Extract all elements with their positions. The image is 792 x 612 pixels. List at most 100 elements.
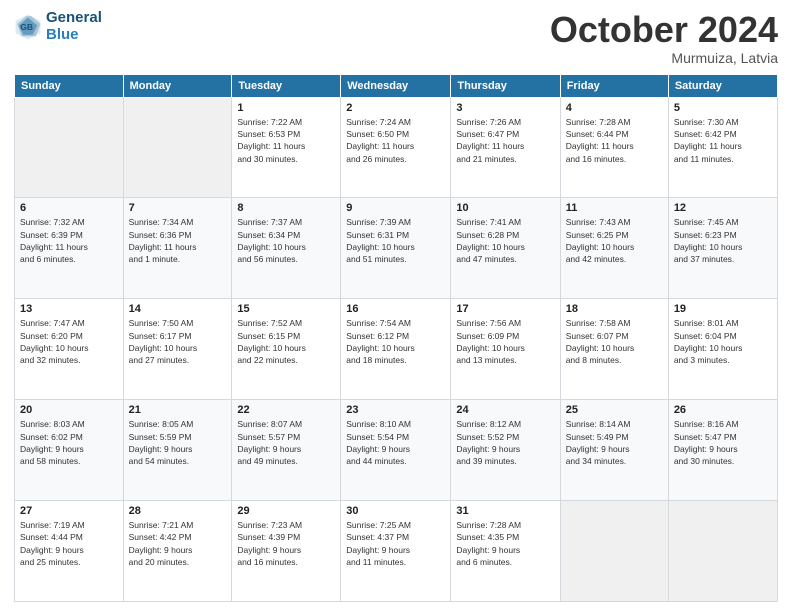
weekday-saturday: Saturday <box>668 74 777 97</box>
day-number: 7 <box>129 202 227 214</box>
day-number: 30 <box>346 505 445 517</box>
day-info: Sunrise: 8:05 AM Sunset: 5:59 PM Dayligh… <box>129 418 227 467</box>
day-info: Sunrise: 7:39 AM Sunset: 6:31 PM Dayligh… <box>346 216 445 265</box>
calendar-cell: 24Sunrise: 8:12 AM Sunset: 5:52 PM Dayli… <box>451 400 560 501</box>
day-info: Sunrise: 7:28 AM Sunset: 6:44 PM Dayligh… <box>566 116 663 165</box>
day-info: Sunrise: 7:21 AM Sunset: 4:42 PM Dayligh… <box>129 519 227 568</box>
day-number: 22 <box>237 404 335 416</box>
calendar-cell: 14 Sunrise: 7:50 AM Sunset: 6:17 PM Dayli… <box>123 299 232 400</box>
calendar-cell: 16 Sunrise: 7:54 AM Sunset: 6:12 PM Dayli… <box>341 299 451 400</box>
header: GB General Blue October 2024 Murmuiza, L… <box>14 10 778 66</box>
weekday-friday: Friday <box>560 74 668 97</box>
calendar-cell: 10 Sunrise: 7:41 AM Sunset: 6:28 PM Dayli… <box>451 198 560 299</box>
day-info: Sunrise: 7:25 AM Sunset: 4:37 PM Dayligh… <box>346 519 445 568</box>
calendar-cell: 28 Sunrise: 7:21 AM Sunset: 4:42 PM Dayli… <box>123 501 232 602</box>
weekday-wednesday: Wednesday <box>341 74 451 97</box>
day-info: Sunrise: 7:37 AM Sunset: 6:34 PM Dayligh… <box>237 216 335 265</box>
day-info: Sunrise: 8:16 AM Sunset: 5:47 PM Dayligh… <box>674 418 772 467</box>
calendar-cell: 19 Sunrise: 8:01 AM Sunset: 6:04 PM Dayli… <box>668 299 777 400</box>
day-info: Sunrise: 7:47 AM Sunset: 6:20 PM Dayligh… <box>20 317 118 366</box>
day-info: Sunrise: 8:07 AM Sunset: 5:57 PM Dayligh… <box>237 418 335 467</box>
logo-text-block: General Blue <box>46 10 102 43</box>
day-number: 4 <box>566 102 663 114</box>
day-number: 14 <box>129 303 227 315</box>
weekday-header-row: SundayMondayTuesdayWednesdayThursdayFrid… <box>15 74 778 97</box>
day-number: 24 <box>456 404 554 416</box>
day-number: 25 <box>566 404 663 416</box>
day-number: 8 <box>237 202 335 214</box>
calendar-cell: 25 Sunrise: 8:14 AM Sunset: 5:49 PM Dayli… <box>560 400 668 501</box>
day-number: 27 <box>20 505 118 517</box>
calendar-cell: 12 Sunrise: 7:45 AM Sunset: 6:23 PM Dayli… <box>668 198 777 299</box>
svg-text:GB: GB <box>20 22 33 32</box>
calendar-cell: 6Sunrise: 7:32 AM Sunset: 6:39 PM Daylig… <box>15 198 124 299</box>
day-info: Sunrise: 7:52 AM Sunset: 6:15 PM Dayligh… <box>237 317 335 366</box>
day-info: Sunrise: 8:14 AM Sunset: 5:49 PM Dayligh… <box>566 418 663 467</box>
day-info: Sunrise: 7:24 AM Sunset: 6:50 PM Dayligh… <box>346 116 445 165</box>
day-info: Sunrise: 7:23 AM Sunset: 4:39 PM Dayligh… <box>237 519 335 568</box>
day-number: 12 <box>674 202 772 214</box>
day-number: 28 <box>129 505 227 517</box>
calendar-page: GB General Blue October 2024 Murmuiza, L… <box>0 0 792 612</box>
day-number: 19 <box>674 303 772 315</box>
calendar-week-3: 13 Sunrise: 7:47 AM Sunset: 6:20 PM Dayli… <box>15 299 778 400</box>
day-number: 9 <box>346 202 445 214</box>
month-title: October 2024 <box>550 10 778 50</box>
calendar-week-1: 1Sunrise: 7:22 AM Sunset: 6:53 PM Daylig… <box>15 97 778 198</box>
calendar-cell: 5Sunrise: 7:30 AM Sunset: 6:42 PM Daylig… <box>668 97 777 198</box>
calendar-cell: 21Sunrise: 8:05 AM Sunset: 5:59 PM Dayli… <box>123 400 232 501</box>
calendar-cell: 17 Sunrise: 7:56 AM Sunset: 6:09 PM Dayli… <box>451 299 560 400</box>
logo-general: General <box>46 9 102 26</box>
day-number: 15 <box>237 303 335 315</box>
day-info: Sunrise: 8:01 AM Sunset: 6:04 PM Dayligh… <box>674 317 772 366</box>
day-number: 29 <box>237 505 335 517</box>
day-info: Sunrise: 7:58 AM Sunset: 6:07 PM Dayligh… <box>566 317 663 366</box>
logo: GB General Blue <box>14 10 102 43</box>
weekday-monday: Monday <box>123 74 232 97</box>
day-info: Sunrise: 7:56 AM Sunset: 6:09 PM Dayligh… <box>456 317 554 366</box>
calendar-cell: 2Sunrise: 7:24 AM Sunset: 6:50 PM Daylig… <box>341 97 451 198</box>
day-number: 3 <box>456 102 554 114</box>
calendar-week-2: 6Sunrise: 7:32 AM Sunset: 6:39 PM Daylig… <box>15 198 778 299</box>
day-info: Sunrise: 7:22 AM Sunset: 6:53 PM Dayligh… <box>237 116 335 165</box>
calendar-cell: 26 Sunrise: 8:16 AM Sunset: 5:47 PM Dayli… <box>668 400 777 501</box>
day-info: Sunrise: 7:41 AM Sunset: 6:28 PM Dayligh… <box>456 216 554 265</box>
calendar-cell: 29 Sunrise: 7:23 AM Sunset: 4:39 PM Dayli… <box>232 501 341 602</box>
day-info: Sunrise: 7:28 AM Sunset: 4:35 PM Dayligh… <box>456 519 554 568</box>
calendar-cell: 18 Sunrise: 7:58 AM Sunset: 6:07 PM Dayli… <box>560 299 668 400</box>
day-number: 26 <box>674 404 772 416</box>
day-number: 10 <box>456 202 554 214</box>
day-info: Sunrise: 7:19 AM Sunset: 4:44 PM Dayligh… <box>20 519 118 568</box>
day-info: Sunrise: 7:26 AM Sunset: 6:47 PM Dayligh… <box>456 116 554 165</box>
calendar-cell: 3 Sunrise: 7:26 AM Sunset: 6:47 PM Daylig… <box>451 97 560 198</box>
day-info: Sunrise: 7:50 AM Sunset: 6:17 PM Dayligh… <box>129 317 227 366</box>
day-info: Sunrise: 7:43 AM Sunset: 6:25 PM Dayligh… <box>566 216 663 265</box>
logo-icon: GB <box>14 13 42 41</box>
day-number: 18 <box>566 303 663 315</box>
day-number: 13 <box>20 303 118 315</box>
calendar-cell: 23 Sunrise: 8:10 AM Sunset: 5:54 PM Dayli… <box>341 400 451 501</box>
calendar-week-5: 27 Sunrise: 7:19 AM Sunset: 4:44 PM Dayli… <box>15 501 778 602</box>
calendar-cell: 31 Sunrise: 7:28 AM Sunset: 4:35 PM Dayli… <box>451 501 560 602</box>
day-number: 17 <box>456 303 554 315</box>
calendar-cell <box>560 501 668 602</box>
day-number: 23 <box>346 404 445 416</box>
weekday-sunday: Sunday <box>15 74 124 97</box>
day-number: 31 <box>456 505 554 517</box>
calendar-cell: 30 Sunrise: 7:25 AM Sunset: 4:37 PM Dayli… <box>341 501 451 602</box>
day-info: Sunrise: 7:32 AM Sunset: 6:39 PM Dayligh… <box>20 216 118 265</box>
calendar-week-4: 20Sunrise: 8:03 AM Sunset: 6:02 PM Dayli… <box>15 400 778 501</box>
calendar-cell <box>15 97 124 198</box>
day-info: Sunrise: 7:54 AM Sunset: 6:12 PM Dayligh… <box>346 317 445 366</box>
day-info: Sunrise: 7:30 AM Sunset: 6:42 PM Dayligh… <box>674 116 772 165</box>
calendar-cell: 13 Sunrise: 7:47 AM Sunset: 6:20 PM Dayli… <box>15 299 124 400</box>
day-info: Sunrise: 8:10 AM Sunset: 5:54 PM Dayligh… <box>346 418 445 467</box>
day-info: Sunrise: 7:45 AM Sunset: 6:23 PM Dayligh… <box>674 216 772 265</box>
day-number: 16 <box>346 303 445 315</box>
calendar-cell: 1Sunrise: 7:22 AM Sunset: 6:53 PM Daylig… <box>232 97 341 198</box>
calendar-cell: 20Sunrise: 8:03 AM Sunset: 6:02 PM Dayli… <box>15 400 124 501</box>
calendar-cell: 9 Sunrise: 7:39 AM Sunset: 6:31 PM Daylig… <box>341 198 451 299</box>
calendar-cell: 11Sunrise: 7:43 AM Sunset: 6:25 PM Dayli… <box>560 198 668 299</box>
calendar-cell: 15 Sunrise: 7:52 AM Sunset: 6:15 PM Dayli… <box>232 299 341 400</box>
location-subtitle: Murmuiza, Latvia <box>550 50 778 66</box>
